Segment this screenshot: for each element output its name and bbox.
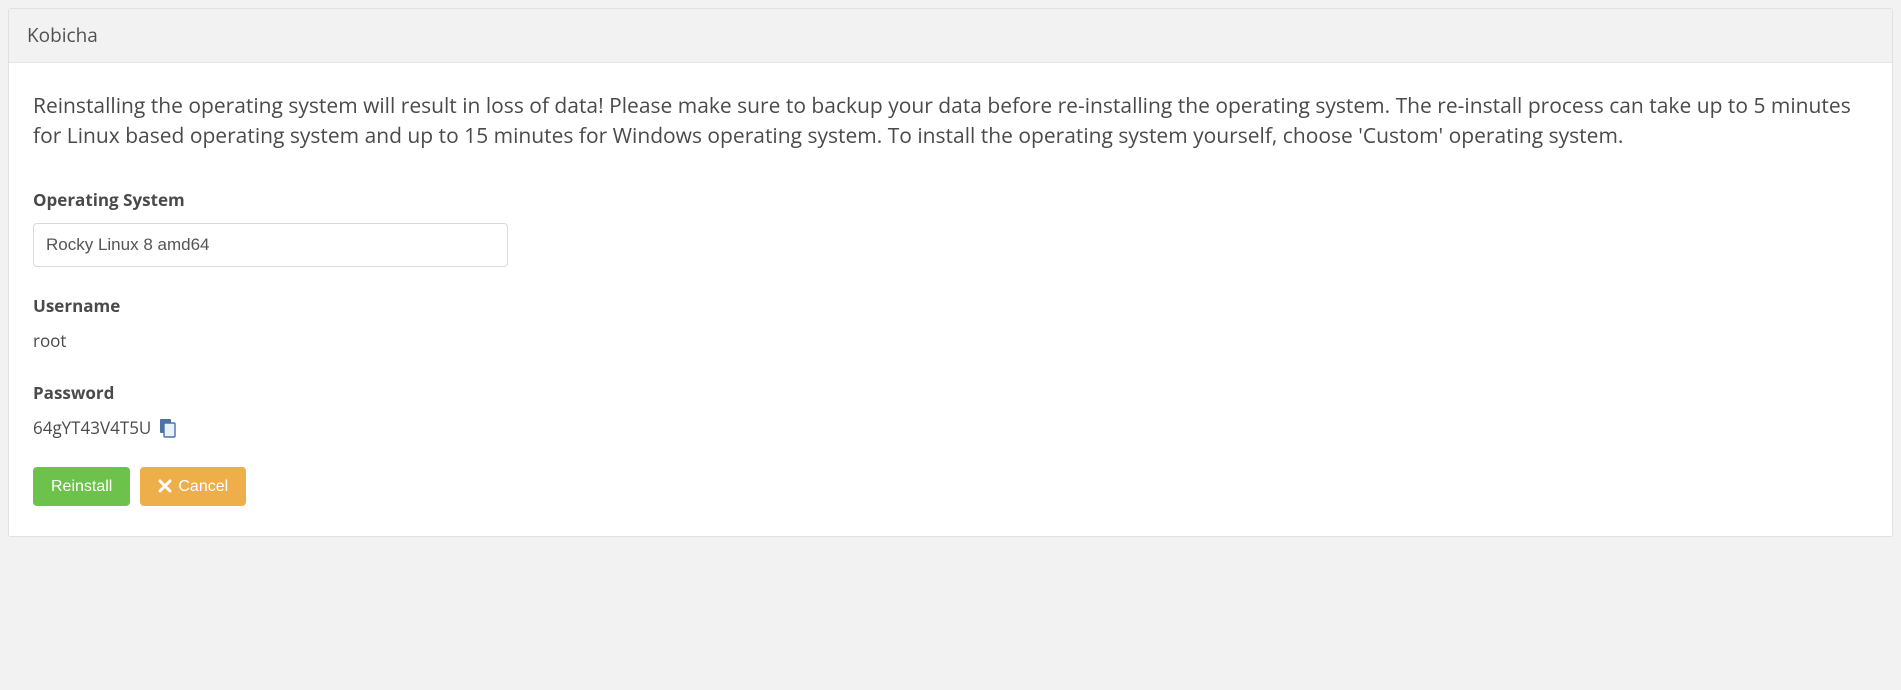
password-label: Password [33,380,1868,406]
close-icon [158,479,172,493]
password-value: 64gYT43V4T5U [33,415,151,441]
username-value: root [33,328,1868,354]
os-select[interactable]: Rocky Linux 8 amd64 [33,223,508,267]
password-field: Password 64gYT43V4T5U [33,380,1868,441]
username-label: Username [33,293,1868,319]
copy-icon[interactable] [159,418,177,438]
warning-description: Reinstalling the operating system will r… [33,91,1868,152]
reinstall-panel: Kobicha Reinstalling the operating syste… [8,8,1893,537]
username-field: Username root [33,293,1868,354]
reinstall-button-label: Reinstall [51,477,112,496]
panel-body: Reinstalling the operating system will r… [9,63,1892,537]
action-buttons: Reinstall Cancel [33,467,1868,506]
panel-title: Kobicha [9,9,1892,63]
reinstall-button[interactable]: Reinstall [33,467,130,506]
cancel-button-label: Cancel [178,477,228,496]
cancel-button[interactable]: Cancel [140,467,246,506]
os-field: Operating System Rocky Linux 8 amd64 [33,187,1868,267]
os-label: Operating System [33,187,1868,213]
